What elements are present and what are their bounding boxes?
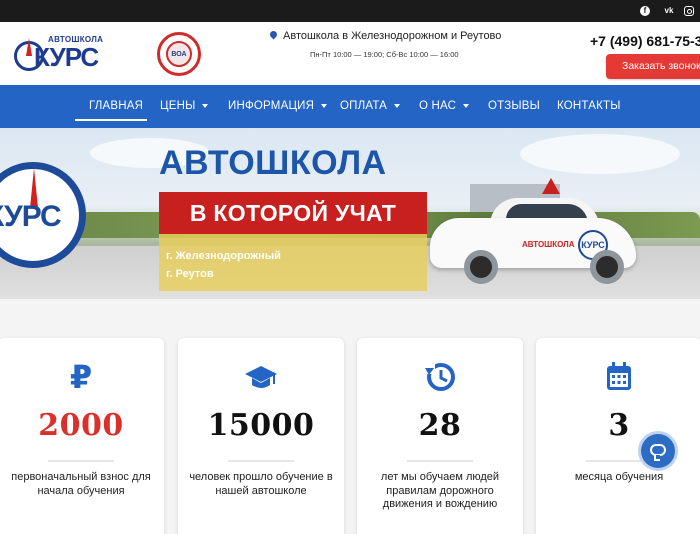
voa-badge-text: ВОА (166, 41, 192, 67)
nav-item-about[interactable]: О НАС (419, 85, 470, 128)
hero-cities-box (159, 234, 427, 291)
graduation-cap-icon (244, 360, 278, 394)
stat-value: 15000 (207, 408, 315, 443)
hero-city: г. Железнодорожный (166, 250, 281, 262)
chat-icon (650, 444, 666, 461)
address: Автошкола в Железнодорожном и Реутово (268, 29, 502, 42)
divider (228, 460, 294, 462)
car-label: АВТОШКОЛА (522, 240, 575, 249)
instagram-icon[interactable] (684, 6, 694, 16)
stat-description: месяца обучения (574, 471, 664, 483)
chevron-down-icon (321, 104, 328, 108)
voa-badge: ВОА (157, 32, 201, 76)
chevron-down-icon (463, 104, 470, 108)
nav-item-home[interactable]: ГЛАВНАЯ (89, 85, 143, 128)
logo-title: КУРС (34, 42, 99, 72)
stat-description: лет мы обучаем людей правилам дорожного … (380, 471, 500, 510)
nav-item-label: КОНТАКТЫ (557, 100, 621, 112)
facebook-icon[interactable]: f (640, 6, 650, 16)
main-nav: ГЛАВНАЯ ЦЕНЫ ИНФОРМАЦИЯ ОПЛАТА О НАС ОТЗ… (0, 85, 700, 128)
site-header: АВТОШКОЛА КУРС ВОА Автошкола в Железнодо… (0, 22, 700, 85)
top-bar: f vk (0, 0, 700, 22)
divider (48, 460, 114, 462)
nav-item-label: ИНФОРМАЦИЯ (228, 100, 315, 112)
vk-icon[interactable]: vk (662, 4, 676, 18)
car-wheel (590, 250, 624, 284)
stat-card-graduates: 15000 человек прошло обучение в нашей ав… (178, 338, 344, 534)
stat-card-duration: 3 месяца обучения (536, 338, 700, 534)
callback-button[interactable]: Заказать звонок (606, 54, 700, 79)
stat-card-years: 28 лет мы обучаем людей правилам дорожно… (357, 338, 523, 534)
nav-active-indicator (75, 119, 147, 121)
hero-logo-text: КУРС (0, 200, 62, 233)
address-text: Автошкола в Железнодорожном и Реутово (283, 30, 502, 42)
hero-city: г. Реутов (166, 268, 214, 280)
nav-item-label: О НАС (419, 100, 457, 112)
nav-item-label: ЦЕНЫ (160, 100, 196, 112)
stat-card-down-payment: ₽ 2000 первоначальный взнос для начала о… (0, 338, 164, 534)
car-wheel (464, 250, 498, 284)
hero-subtitle: В КОТОРОЙ УЧАТ (159, 192, 427, 234)
chevron-down-icon (202, 104, 209, 108)
stat-description: первоначальный взнос для начала обучения (11, 471, 151, 497)
nav-item-contacts[interactable]: КОНТАКТЫ (557, 85, 621, 128)
stat-value: 2000 (38, 408, 124, 443)
nav-item-prices[interactable]: ЦЕНЫ (160, 85, 209, 128)
chat-widget-button[interactable] (638, 431, 678, 471)
working-hours: Пн-Пт 10:00 — 19:00; Сб-Вс 10:00 — 16:00 (310, 50, 459, 59)
training-car: АВТОШКОЛА КУРС (430, 178, 636, 284)
nav-item-label: ГЛАВНАЯ (89, 100, 144, 112)
site-logo[interactable]: АВТОШКОЛА КУРС (12, 35, 103, 73)
phone-number[interactable]: +7 (499) 681-75-3 (590, 33, 700, 49)
warning-sign-icon (542, 178, 560, 194)
cloud (520, 134, 680, 174)
nav-item-label: ОТЗЫВЫ (488, 100, 541, 112)
history-icon (423, 360, 457, 394)
hero-banner: КУРС АВТОШКОЛА В КОТОРОЙ УЧАТ г. Железно… (0, 128, 700, 299)
stat-value: 3 (608, 408, 630, 443)
stat-description: человек прошло обучение в нашей автошкол… (189, 471, 333, 497)
stat-value: 28 (418, 408, 462, 443)
nav-item-info[interactable]: ИНФОРМАЦИЯ (228, 85, 328, 128)
ruble-icon: ₽ (69, 359, 93, 395)
calendar-icon (602, 360, 636, 394)
nav-item-reviews[interactable]: ОТЗЫВЫ (488, 85, 540, 128)
nav-item-label: ОПЛАТА (340, 100, 388, 112)
compass-needle (26, 38, 32, 56)
location-pin-icon (268, 29, 279, 40)
divider (407, 460, 473, 462)
hero-title: АВТОШКОЛА (159, 144, 387, 182)
chevron-down-icon (394, 104, 401, 108)
nav-item-payment[interactable]: ОПЛАТА (340, 85, 401, 128)
